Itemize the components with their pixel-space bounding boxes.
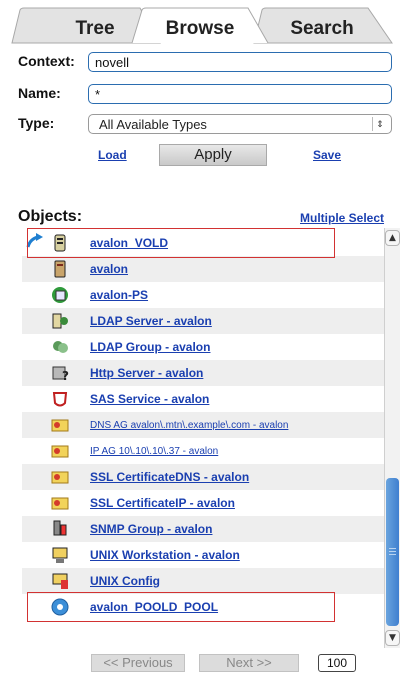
tab-search-label: Search [290,18,354,39]
highlight-box [27,228,335,258]
snmp-group-icon [50,519,70,539]
certificate-icon [50,493,70,513]
list-item-link[interactable]: DNS AG avalon\.mtn\.example\.com - avalo… [90,420,288,431]
object-list: avalon_VOLD avalon avalon-PS LDAP Server - … [22,228,384,648]
page-size-input[interactable]: 100 [318,654,356,672]
list-item-link[interactable]: Http Server - avalon [90,366,203,380]
list-item-link[interactable]: avalon-PS [90,288,148,302]
scroll-thumb[interactable] [386,478,399,626]
print-server-icon [50,285,70,305]
sas-service-icon [50,389,70,409]
context-label: Context: [18,53,75,69]
svg-text:?: ? [62,369,69,383]
tab-search[interactable]: Search [262,8,382,44]
ldap-server-icon [50,311,70,331]
name-input[interactable]: * [88,84,392,104]
list-item[interactable]: SNMP Group - avalon [22,516,384,542]
http-server-icon: ? [50,363,70,383]
list-item-link[interactable]: LDAP Group - avalon [90,340,210,354]
list-item[interactable]: SSL CertificateDNS - avalon [22,464,384,490]
certificate-icon [50,467,70,487]
tab-bar: Tree Browse Search [0,0,406,44]
list-item-link[interactable]: SSL CertificateDNS - avalon [90,470,249,484]
list-item[interactable]: SAS Service - avalon [22,386,384,412]
list-item[interactable]: IP AG 10\.10\.10\.37 - avalon [22,438,384,464]
context-input[interactable]: novell [88,52,392,72]
list-scrollbar[interactable]: ▲ ▼ [384,228,400,648]
certificate-icon [50,441,70,461]
type-label: Type: [18,115,55,131]
list-item[interactable]: LDAP Server - avalon [22,308,384,334]
highlight-box [27,592,335,622]
certificate-icon [50,415,70,435]
save-link[interactable]: Save [313,148,341,162]
multiple-select-link[interactable]: Multiple Select [300,211,384,225]
list-item-link[interactable]: LDAP Server - avalon [90,314,212,328]
scroll-up-icon[interactable]: ▲ [385,230,400,246]
list-item-link[interactable]: SAS Service - avalon [90,392,209,406]
list-item-link[interactable]: avalon [90,262,128,276]
unix-workstation-icon [50,545,70,565]
server-icon [50,259,70,279]
list-item-link[interactable]: UNIX Config [90,574,160,588]
list-item[interactable]: UNIX Config [22,568,384,594]
list-item-link[interactable]: SNMP Group - avalon [90,522,212,536]
tab-browse-label: Browse [165,18,235,39]
list-item-link[interactable]: SSL CertificateIP - avalon [90,496,235,510]
list-item[interactable]: LDAP Group - avalon [22,334,384,360]
list-item-link[interactable]: UNIX Workstation - avalon [90,548,240,562]
tab-browse[interactable]: Browse [140,8,260,44]
load-link[interactable]: Load [98,148,127,162]
next-button[interactable]: Next >> [199,654,299,672]
list-item[interactable]: UNIX Workstation - avalon [22,542,384,568]
objects-title: Objects: [18,208,83,225]
list-item[interactable]: avalon-PS [22,282,384,308]
list-item[interactable]: avalon [22,256,384,282]
list-item[interactable]: SSL CertificateIP - avalon [22,490,384,516]
previous-button[interactable]: << Previous [91,654,185,672]
apply-button[interactable]: Apply [159,144,267,166]
list-item[interactable]: DNS AG avalon\.mtn\.example\.com - avalo… [22,412,384,438]
scroll-down-icon[interactable]: ▼ [385,630,400,646]
list-item-link[interactable]: IP AG 10\.10\.10\.37 - avalon [90,446,218,457]
type-select[interactable]: All Available Types ⇕ [88,114,392,134]
type-select-value: All Available Types [99,117,207,132]
name-label: Name: [18,85,61,101]
list-item[interactable]: ? Http Server - avalon [22,360,384,386]
unix-config-icon [50,571,70,591]
ldap-group-icon [50,337,70,357]
select-arrow-icon: ⇕ [372,117,387,131]
